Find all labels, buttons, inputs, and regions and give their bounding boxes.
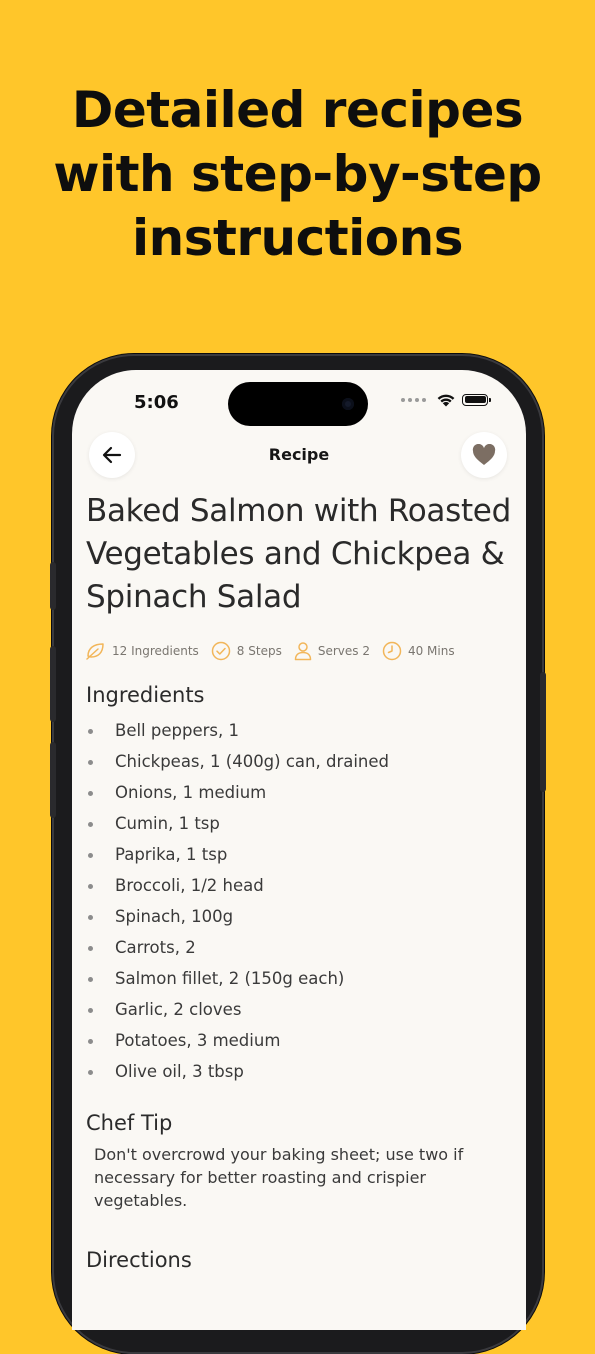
clock-icon (382, 641, 402, 661)
headline-line-3: instructions (131, 209, 464, 267)
ingredient-item: Potatoes, 3 medium (86, 1025, 516, 1056)
meta-steps: 8 Steps (211, 641, 282, 661)
nav-title: Recipe (268, 445, 330, 464)
ingredient-item: Bell peppers, 1 (86, 715, 516, 746)
headline-line-2: with step-by-step (53, 145, 542, 203)
ingredient-item: Carrots, 2 (86, 932, 516, 963)
meta-serves: Serves 2 (294, 641, 370, 661)
heart-icon (472, 444, 496, 465)
meta-time-label: 40 Mins (407, 644, 455, 658)
phone-screen: 5:06 Recipe Baked Salmon with Roasted Ve… (72, 370, 526, 1330)
battery-icon (462, 393, 491, 406)
leaf-icon (86, 643, 104, 660)
ingredient-item: Salmon fillet, 2 (150g each) (86, 963, 516, 994)
headline-line-1: Detailed recipes (71, 81, 524, 139)
ingredient-item: Onions, 1 medium (86, 777, 516, 808)
meta-steps-label: 8 Steps (236, 644, 282, 658)
promo-headline: Detailed recipes with step-by-step instr… (0, 78, 595, 270)
phone-power-button (540, 672, 546, 792)
ingredient-item: Broccoli, 1/2 head (86, 870, 516, 901)
dynamic-island (228, 382, 368, 426)
ingredients-heading: Ingredients (86, 683, 205, 707)
ingredient-item: Garlic, 2 cloves (86, 994, 516, 1025)
signal-dots-icon (401, 397, 426, 402)
phone-volume-down (50, 742, 56, 818)
meta-ingredients-label: 12 Ingredients (112, 644, 199, 658)
camera-icon (342, 398, 354, 410)
directions-heading: Directions (86, 1248, 192, 1272)
chef-tip-text: Don't overcrowd your baking sheet; use t… (94, 1145, 464, 1210)
ingredient-item: Paprika, 1 tsp (86, 839, 516, 870)
status-time: 5:06 (134, 392, 179, 413)
recipe-meta: 12 Ingredients 8 Steps Serves 2 40 Mins (86, 639, 516, 663)
ingredient-item: Spinach, 100g (86, 901, 516, 932)
status-icons (401, 392, 491, 407)
phone-mute-switch (50, 562, 56, 610)
chef-tip-heading: Chef Tip (86, 1111, 173, 1135)
meta-serves-label: Serves 2 (317, 644, 370, 658)
favorite-button[interactable] (461, 432, 507, 478)
phone-volume-up (50, 646, 56, 722)
wifi-icon (437, 394, 455, 407)
recipe-title: Baked Salmon with Roasted Vegetables and… (86, 493, 511, 615)
recipe-content: Baked Salmon with Roasted Vegetables and… (86, 490, 516, 1280)
meta-time: 40 Mins (382, 641, 455, 661)
meta-ingredients: 12 Ingredients (86, 642, 199, 660)
ingredient-item: Chickpeas, 1 (400g) can, drained (86, 746, 516, 777)
ingredient-item: Cumin, 1 tsp (86, 808, 516, 839)
person-icon (294, 642, 312, 661)
check-circle-icon (211, 641, 231, 661)
ingredients-list: Bell peppers, 1 Chickpeas, 1 (400g) can,… (86, 715, 516, 1087)
ingredient-item: Olive oil, 3 tbsp (86, 1056, 516, 1087)
